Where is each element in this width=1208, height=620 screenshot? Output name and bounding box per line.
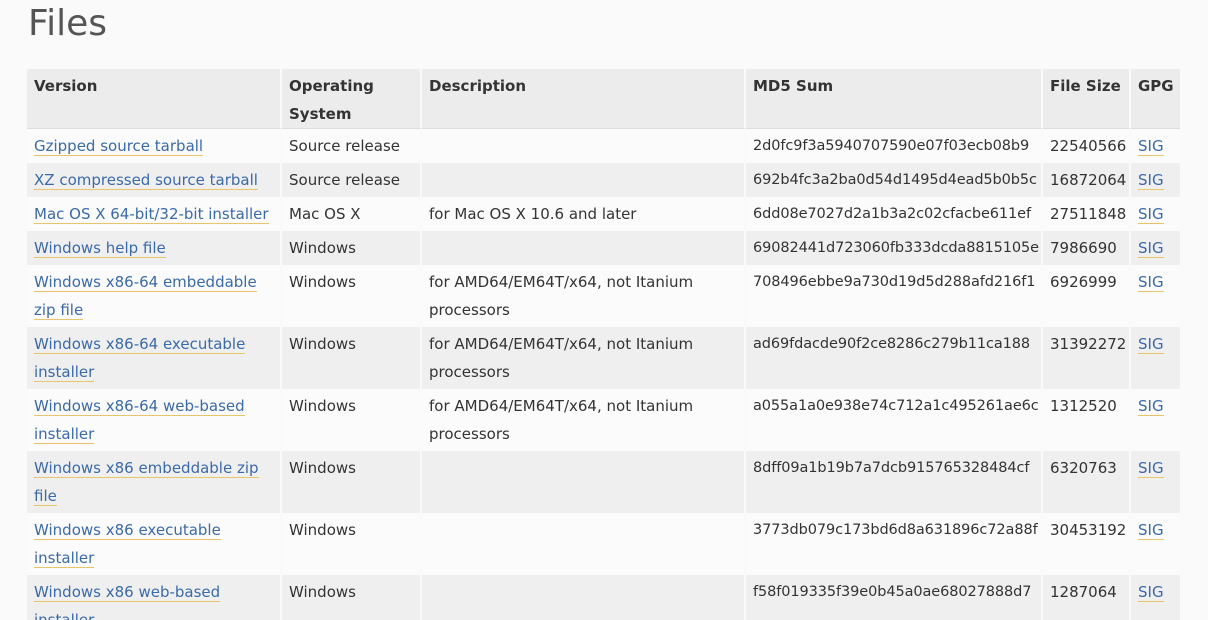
table-row: Windows x86-64 executable installer Wind… bbox=[27, 327, 1180, 389]
gpg-sig-link[interactable]: SIG bbox=[1138, 583, 1164, 602]
os-cell: Windows bbox=[282, 513, 422, 575]
os-cell: Windows bbox=[282, 231, 422, 265]
size-cell: 31392272 bbox=[1043, 327, 1131, 389]
description-cell bbox=[422, 129, 746, 163]
md5-cell: f58f019335f39e0b45a0ae68027888d7 bbox=[746, 575, 1043, 620]
page-title: Files bbox=[28, 3, 107, 44]
os-cell: Windows bbox=[282, 265, 422, 327]
table-row: Gzipped source tarball Source release 2d… bbox=[27, 129, 1180, 163]
version-link[interactable]: Mac OS X 64-bit/32-bit installer bbox=[34, 205, 269, 224]
gpg-sig-link[interactable]: SIG bbox=[1138, 459, 1164, 478]
gpg-sig-link[interactable]: SIG bbox=[1138, 521, 1164, 540]
header-gpg: GPG bbox=[1131, 69, 1180, 129]
gpg-sig-link[interactable]: SIG bbox=[1138, 273, 1164, 292]
gpg-sig-link[interactable]: SIG bbox=[1138, 137, 1164, 156]
version-link[interactable]: XZ compressed source tarball bbox=[34, 171, 258, 190]
gpg-sig-link[interactable]: SIG bbox=[1138, 397, 1164, 416]
size-cell: 7986690 bbox=[1043, 231, 1131, 265]
size-cell: 16872064 bbox=[1043, 163, 1131, 197]
header-version: Version bbox=[27, 69, 282, 129]
size-cell: 27511848 bbox=[1043, 197, 1131, 231]
description-cell: for AMD64/EM64T/x64, not Itanium process… bbox=[422, 327, 746, 389]
md5-cell: ad69fdacde90f2ce8286c279b11ca188 bbox=[746, 327, 1043, 389]
md5-cell: 3773db079c173bd6d8a631896c72a88f bbox=[746, 513, 1043, 575]
description-cell: for AMD64/EM64T/x64, not Itanium process… bbox=[422, 265, 746, 327]
header-file-size: File Size bbox=[1043, 69, 1131, 129]
files-page: Files Version Operating System Descripti… bbox=[0, 0, 1208, 620]
header-description: Description bbox=[422, 69, 746, 129]
md5-cell: 692b4fc3a2ba0d54d1495d4ead5b0b5c bbox=[746, 163, 1043, 197]
md5-cell: 69082441d723060fb333dcda8815105e bbox=[746, 231, 1043, 265]
header-md5-sum: MD5 Sum bbox=[746, 69, 1043, 129]
files-table: Version Operating System Description MD5… bbox=[27, 69, 1180, 620]
version-link[interactable]: Windows help file bbox=[34, 239, 166, 258]
version-link[interactable]: Windows x86-64 executable installer bbox=[34, 335, 246, 382]
header-operating-system: Operating System bbox=[282, 69, 422, 129]
md5-cell: 6dd08e7027d2a1b3a2c02cfacbe611ef bbox=[746, 197, 1043, 231]
os-cell: Windows bbox=[282, 575, 422, 620]
size-cell: 6320763 bbox=[1043, 451, 1131, 513]
size-cell: 1312520 bbox=[1043, 389, 1131, 451]
table-row: Mac OS X 64-bit/32-bit installer Mac OS … bbox=[27, 197, 1180, 231]
table-body: Gzipped source tarball Source release 2d… bbox=[27, 129, 1180, 620]
table-row: Windows x86-64 web-based installer Windo… bbox=[27, 389, 1180, 451]
description-cell: for AMD64/EM64T/x64, not Itanium process… bbox=[422, 389, 746, 451]
table-row: XZ compressed source tarball Source rele… bbox=[27, 163, 1180, 197]
table-header: Version Operating System Description MD5… bbox=[27, 69, 1180, 129]
gpg-sig-link[interactable]: SIG bbox=[1138, 171, 1164, 190]
version-link[interactable]: Gzipped source tarball bbox=[34, 137, 204, 156]
os-cell: Windows bbox=[282, 327, 422, 389]
table-row: Windows x86 web-based installer Windows … bbox=[27, 575, 1180, 620]
table-row: Windows help file Windows 69082441d72306… bbox=[27, 231, 1180, 265]
description-cell bbox=[422, 451, 746, 513]
gpg-sig-link[interactable]: SIG bbox=[1138, 335, 1164, 354]
md5-cell: 2d0fc9f3a5940707590e07f03ecb08b9 bbox=[746, 129, 1043, 163]
os-cell: Source release bbox=[282, 129, 422, 163]
md5-cell: 708496ebbe9a730d19d5d288afd216f1 bbox=[746, 265, 1043, 327]
os-cell: Source release bbox=[282, 163, 422, 197]
version-link[interactable]: Windows x86 embeddable zip file bbox=[34, 459, 259, 506]
gpg-sig-link[interactable]: SIG bbox=[1138, 205, 1164, 224]
version-link[interactable]: Windows x86-64 embeddable zip file bbox=[34, 273, 257, 320]
version-link[interactable]: Windows x86-64 web-based installer bbox=[34, 397, 245, 444]
size-cell: 22540566 bbox=[1043, 129, 1131, 163]
table-row: Windows x86 embeddable zip file Windows … bbox=[27, 451, 1180, 513]
os-cell: Windows bbox=[282, 451, 422, 513]
size-cell: 30453192 bbox=[1043, 513, 1131, 575]
description-cell bbox=[422, 163, 746, 197]
version-link[interactable]: Windows x86 executable installer bbox=[34, 521, 221, 568]
table-row: Windows x86-64 embeddable zip file Windo… bbox=[27, 265, 1180, 327]
version-link[interactable]: Windows x86 web-based installer bbox=[34, 583, 221, 620]
md5-cell: 8dff09a1b19b7a7dcb915765328484cf bbox=[746, 451, 1043, 513]
gpg-sig-link[interactable]: SIG bbox=[1138, 239, 1164, 258]
description-cell bbox=[422, 575, 746, 620]
md5-cell: a055a1a0e938e74c712a1c495261ae6c bbox=[746, 389, 1043, 451]
os-cell: Windows bbox=[282, 389, 422, 451]
os-cell: Mac OS X bbox=[282, 197, 422, 231]
table-row: Windows x86 executable installer Windows… bbox=[27, 513, 1180, 575]
size-cell: 1287064 bbox=[1043, 575, 1131, 620]
description-cell bbox=[422, 513, 746, 575]
description-cell: for Mac OS X 10.6 and later bbox=[422, 197, 746, 231]
description-cell bbox=[422, 231, 746, 265]
size-cell: 6926999 bbox=[1043, 265, 1131, 327]
